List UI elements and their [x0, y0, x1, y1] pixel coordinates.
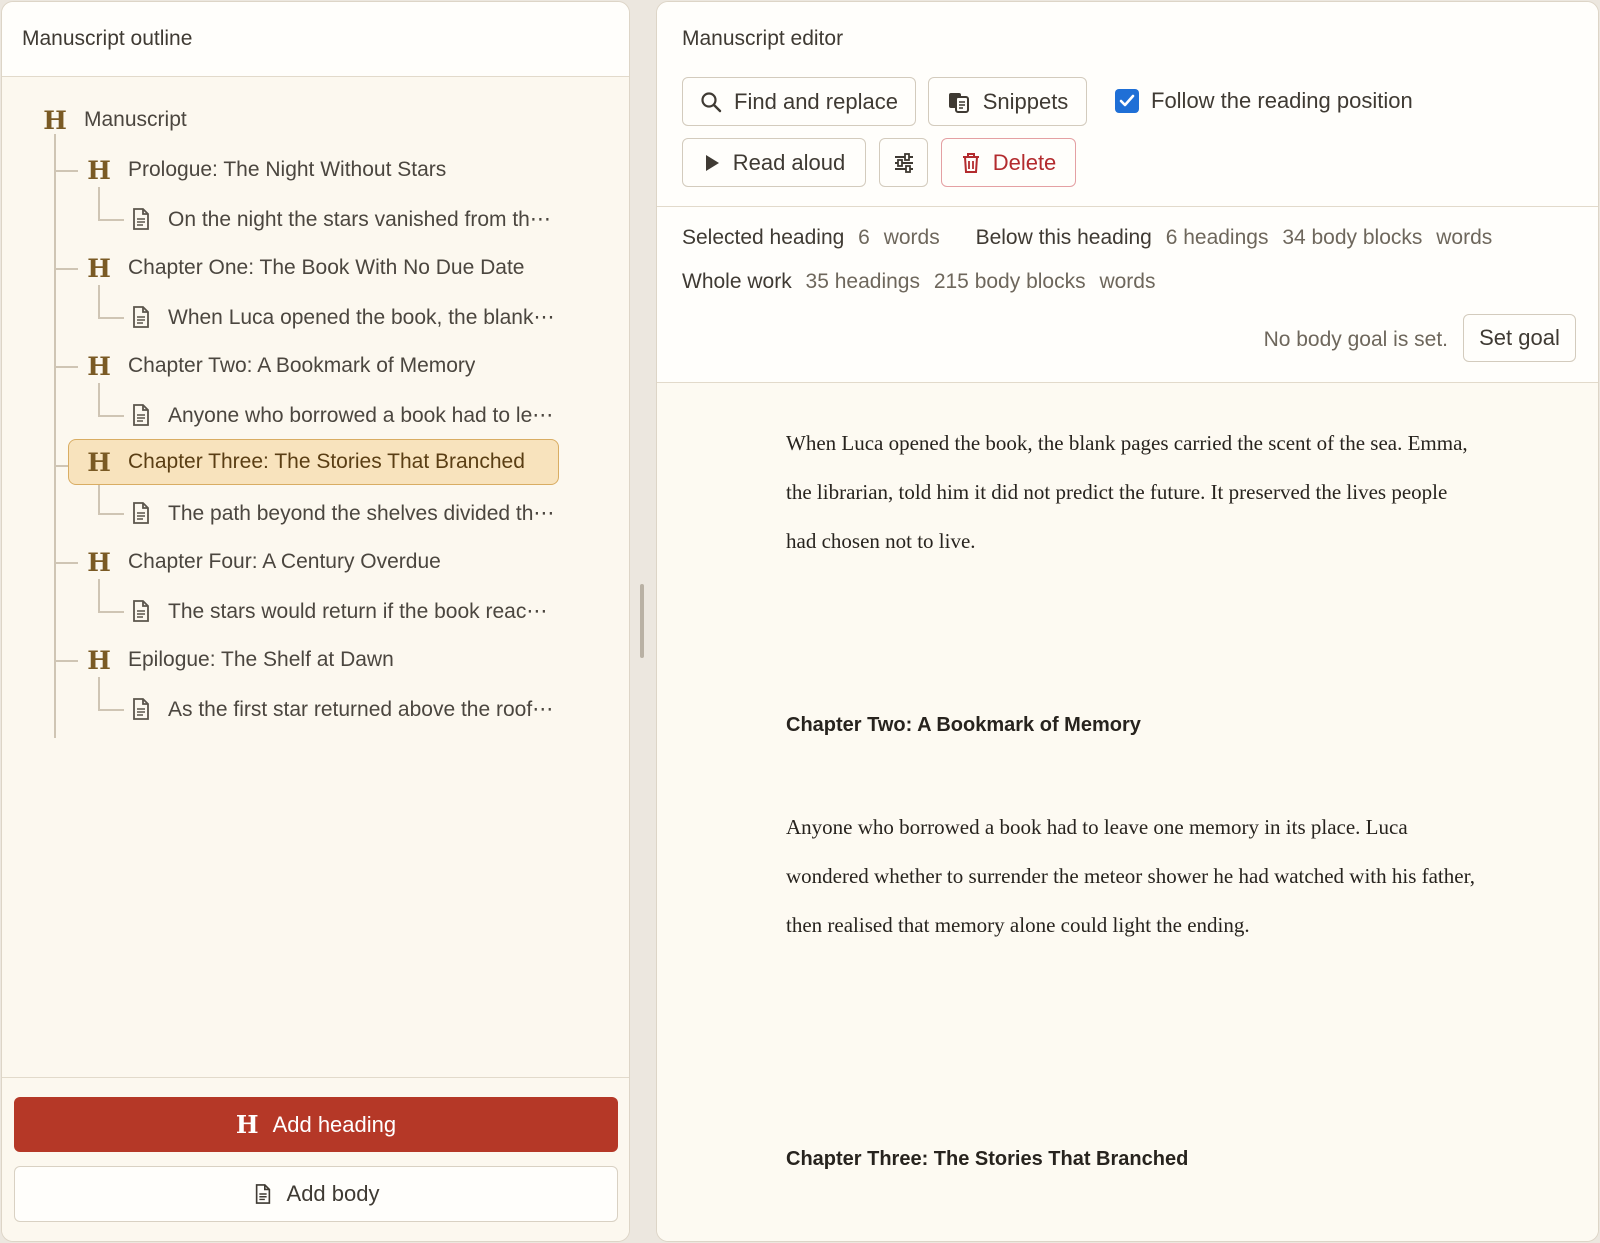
- heading-icon: H: [87, 351, 111, 381]
- outline-body-label: The path beyond the shelves divided th⋯: [168, 501, 555, 525]
- outline-heading-label: Chapter Three: The Stories That Branched: [128, 450, 525, 473]
- selected-heading-count: 6: [858, 226, 870, 249]
- document-icon: [133, 404, 149, 426]
- set-goal-button[interactable]: Set goal: [1463, 314, 1576, 362]
- whole-work-blocks: 215 body blocks: [933, 270, 1086, 293]
- editor-panel: Manuscript editor Find and replace Snipp…: [656, 1, 1599, 1242]
- outline-body[interactable]: Anyone who borrowed a book had to le⋯: [130, 393, 600, 437]
- heading-icon: H: [43, 105, 67, 135]
- outline-heading[interactable]: H Chapter Four: A Century Overdue: [86, 540, 441, 584]
- document-icon: [133, 600, 149, 622]
- read-aloud-button[interactable]: Read aloud: [682, 138, 866, 187]
- heading-icon: H: [87, 447, 111, 477]
- find-replace-label: Find and replace: [734, 88, 898, 114]
- add-heading-label: Add heading: [272, 1111, 397, 1137]
- snippets-icon: [948, 92, 969, 113]
- panel-resize-handle[interactable]: [640, 584, 644, 658]
- follow-reading-toggle[interactable]: Follow the reading position: [1115, 88, 1413, 114]
- document-icon: [255, 1184, 270, 1204]
- body-paragraph[interactable]: Anyone who borrowed a book had to leave …: [786, 803, 1476, 950]
- document-icon: [133, 208, 149, 230]
- selected-heading-label: Selected heading: [682, 226, 845, 249]
- whole-work-headings: 35 headings: [805, 270, 920, 293]
- outline-panel: Manuscript outline H Manuscript H Prolog…: [1, 1, 630, 1242]
- add-body-button[interactable]: Add body: [14, 1166, 618, 1222]
- below-heading-blocks: 34 body blocks: [1282, 226, 1423, 249]
- outline-body[interactable]: On the night the stars vanished from th⋯: [130, 197, 600, 241]
- snippets-button[interactable]: Snippets: [928, 77, 1087, 126]
- read-aloud-label: Read aloud: [732, 149, 846, 175]
- follow-checkbox[interactable]: [1115, 89, 1139, 113]
- outline-title: Manuscript outline: [2, 2, 629, 77]
- snippets-label: Snippets: [982, 88, 1069, 114]
- outline-root-label: Manuscript: [84, 108, 187, 131]
- editor-content[interactable]: When Luca opened the book, the blank pag…: [657, 383, 1598, 1241]
- outline-heading[interactable]: H Epilogue: The Shelf at Dawn: [86, 638, 394, 682]
- word-count-stats: Selected heading 6 words Below this head…: [657, 207, 1598, 383]
- outline-root[interactable]: H Manuscript: [42, 98, 187, 142]
- delete-button[interactable]: Delete: [941, 138, 1076, 187]
- add-heading-button[interactable]: H Add heading: [14, 1097, 618, 1152]
- document-icon: [133, 698, 149, 720]
- outline-heading-label: Chapter Two: A Bookmark of Memory: [128, 354, 476, 377]
- editor-toolbar: Manuscript editor Find and replace Snipp…: [657, 2, 1598, 207]
- outline-heading-selected[interactable]: H Chapter Three: The Stories That Branch…: [68, 439, 559, 485]
- delete-label: Delete: [992, 149, 1057, 175]
- outline-heading[interactable]: H Chapter One: The Book With No Due Date: [86, 246, 524, 290]
- outline-body-label: On the night the stars vanished from th⋯: [168, 207, 551, 231]
- outline-heading-label: Epilogue: The Shelf at Dawn: [128, 648, 394, 671]
- outline-footer: H Add heading Add body: [2, 1077, 629, 1241]
- add-body-label: Add body: [286, 1181, 380, 1206]
- outline-heading-label: Chapter Four: A Century Overdue: [128, 550, 441, 573]
- editor-title: Manuscript editor: [682, 27, 844, 50]
- checkmark-icon: [1119, 94, 1135, 107]
- whole-work-label: Whole work: [682, 270, 792, 293]
- goal-status: No body goal is set.: [1263, 328, 1448, 351]
- heading-icon: H: [87, 155, 111, 185]
- search-icon: [701, 91, 722, 112]
- outline-body[interactable]: As the first star returned above the roo…: [130, 687, 600, 731]
- tree-connector: [54, 134, 56, 738]
- below-heading-headings: 6 headings: [1165, 226, 1269, 249]
- chapter-heading[interactable]: Chapter Two: A Bookmark of Memory: [786, 714, 1141, 737]
- trash-icon: [962, 152, 979, 173]
- outline-body[interactable]: The stars would return if the book reac⋯: [130, 589, 600, 633]
- outline-heading-label: Prologue: The Night Without Stars: [128, 158, 447, 181]
- heading-icon: H: [87, 645, 111, 675]
- follow-label: Follow the reading position: [1151, 88, 1413, 113]
- outline-heading[interactable]: H Chapter Two: A Bookmark of Memory: [86, 344, 475, 388]
- whole-work-words: words: [1099, 270, 1156, 293]
- outline-heading-label: Chapter One: The Book With No Due Date: [128, 256, 525, 279]
- heading-icon: H: [87, 547, 111, 577]
- outline-body-label: Anyone who borrowed a book had to le⋯: [168, 403, 554, 427]
- play-icon: [705, 154, 719, 171]
- find-replace-button[interactable]: Find and replace: [682, 77, 916, 126]
- chapter-heading[interactable]: Chapter Three: The Stories That Branched: [786, 1148, 1188, 1171]
- outline-body-label: When Luca opened the book, the blank⋯: [168, 305, 555, 329]
- below-heading-words: words: [1436, 226, 1493, 249]
- sliders-icon: [894, 152, 913, 173]
- outline-body-label: The stars would return if the book reac⋯: [168, 599, 548, 623]
- stats-row-selection: Selected heading 6 words Below this head…: [682, 226, 1492, 250]
- document-icon: [133, 306, 149, 328]
- selected-heading-words: words: [883, 226, 940, 249]
- below-heading-label: Below this heading: [975, 226, 1152, 249]
- heading-icon: H: [235, 1110, 259, 1139]
- heading-icon: H: [87, 253, 111, 283]
- outline-heading[interactable]: H Prologue: The Night Without Stars: [86, 148, 446, 192]
- outline-body-label: As the first star returned above the roo…: [168, 697, 554, 721]
- body-paragraph[interactable]: When Luca opened the book, the blank pag…: [786, 419, 1476, 566]
- document-icon: [133, 502, 149, 524]
- outline-tree: H Manuscript H Prologue: The Night Witho…: [2, 77, 629, 1080]
- outline-body[interactable]: The path beyond the shelves divided th⋯: [130, 491, 600, 535]
- stats-row-whole: Whole work 35 headings 215 body blocks w…: [682, 270, 1155, 294]
- settings-button[interactable]: [879, 138, 928, 187]
- outline-body[interactable]: When Luca opened the book, the blank⋯: [130, 295, 600, 339]
